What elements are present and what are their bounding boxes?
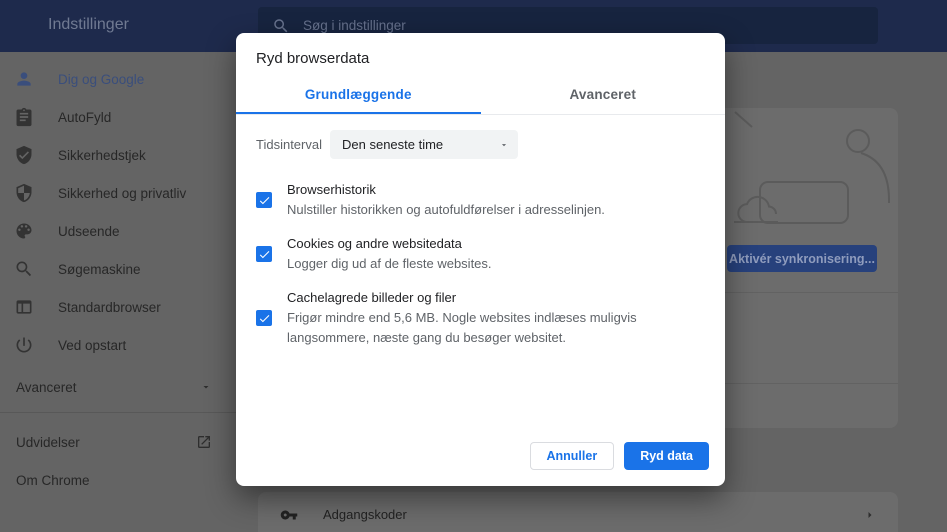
tab-advanced[interactable]: Avanceret bbox=[481, 78, 726, 114]
external-link-icon bbox=[196, 434, 212, 450]
sync-illustration bbox=[718, 108, 898, 238]
item-description: Frigør mindre end 5,6 MB. Nogle websites… bbox=[287, 308, 687, 348]
passwords-label: Adgangskoder bbox=[323, 507, 407, 522]
check-icon bbox=[258, 194, 271, 207]
sidebar-item-extensions[interactable]: Udvidelser bbox=[0, 423, 240, 461]
clear-browsing-data-dialog: Ryd browserdata Grundlæggende Avanceret … bbox=[236, 33, 725, 486]
tab-basic[interactable]: Grundlæggende bbox=[236, 78, 481, 114]
sidebar-item-autofill[interactable]: AutoFyld bbox=[0, 98, 240, 136]
dialog-body: Tidsinterval Den seneste time Browserhis… bbox=[236, 115, 725, 428]
search-icon bbox=[272, 17, 290, 35]
search-engine-icon bbox=[14, 259, 34, 279]
enable-sync-button[interactable]: Aktivér synkronisering... bbox=[727, 245, 877, 272]
item-title: Cookies og andre websitedata bbox=[287, 234, 492, 253]
clear-data-button[interactable]: Ryd data bbox=[624, 442, 709, 470]
dialog-tabs: Grundlæggende Avanceret bbox=[236, 78, 725, 115]
sidebar-item-on-startup[interactable]: Ved opstart bbox=[0, 326, 240, 364]
chevron-down-icon bbox=[200, 381, 212, 393]
item-description: Logger dig ud af de fleste websites. bbox=[287, 254, 492, 274]
item-title: Cachelagrede billeder og filer bbox=[287, 288, 687, 307]
search-placeholder: Søg i indstillinger bbox=[303, 18, 406, 33]
cancel-button[interactable]: Annuller bbox=[530, 442, 615, 470]
browsing-history-checkbox[interactable] bbox=[256, 192, 272, 208]
sidebar-item-appearance[interactable]: Udseende bbox=[0, 212, 240, 250]
sidebar-item-about-chrome[interactable]: Om Chrome bbox=[0, 461, 240, 499]
time-range-row: Tidsinterval Den seneste time bbox=[256, 130, 705, 159]
cached-files-checkbox[interactable] bbox=[256, 310, 272, 326]
sidebar-item-privacy-security[interactable]: Sikkerhed og privatliv bbox=[0, 174, 240, 212]
page-title: Indstillinger bbox=[48, 16, 129, 34]
cookies-checkbox[interactable] bbox=[256, 246, 272, 262]
key-icon bbox=[280, 506, 298, 524]
cookies-row: Cookies og andre websitedata Logger dig … bbox=[256, 234, 705, 274]
chrome-settings-screen: Indstillinger Søg i indstillinger Dig og… bbox=[0, 0, 947, 532]
sidebar-item-you-and-google[interactable]: Dig og Google bbox=[0, 60, 240, 98]
cached-files-row: Cachelagrede billeder og filer Frigør mi… bbox=[256, 288, 705, 348]
item-description: Nulstiller historikken og autofuldførels… bbox=[287, 200, 605, 220]
privacy-shield-icon bbox=[14, 183, 34, 203]
time-range-label: Tidsinterval bbox=[256, 137, 330, 152]
browser-icon bbox=[14, 297, 34, 317]
chevron-right-icon bbox=[864, 509, 876, 521]
autofill-icon bbox=[14, 107, 34, 127]
power-icon bbox=[14, 335, 34, 355]
settings-sidebar: Dig og Google AutoFyld Sikkerhedstjek Si… bbox=[0, 52, 240, 532]
check-icon bbox=[258, 248, 271, 261]
sidebar-item-search-engine[interactable]: Søgemaskine bbox=[0, 250, 240, 288]
dropdown-caret-icon bbox=[499, 140, 509, 150]
palette-icon bbox=[14, 221, 34, 241]
browsing-history-row: Browserhistorik Nulstiller historikken o… bbox=[256, 180, 705, 220]
passwords-row[interactable]: Adgangskoder bbox=[258, 492, 898, 532]
sidebar-divider bbox=[0, 412, 240, 413]
sidebar-advanced-toggle[interactable]: Avanceret bbox=[0, 368, 240, 406]
time-range-select[interactable]: Den seneste time bbox=[330, 130, 518, 159]
person-icon bbox=[14, 69, 34, 89]
safety-check-icon bbox=[14, 145, 34, 165]
dialog-title: Ryd browserdata bbox=[236, 33, 725, 78]
dialog-footer: Annuller Ryd data bbox=[236, 428, 725, 486]
item-title: Browserhistorik bbox=[287, 180, 605, 199]
check-icon bbox=[258, 312, 271, 325]
time-range-value: Den seneste time bbox=[342, 137, 443, 152]
sidebar-item-default-browser[interactable]: Standardbrowser bbox=[0, 288, 240, 326]
sidebar-item-safety-check[interactable]: Sikkerhedstjek bbox=[0, 136, 240, 174]
